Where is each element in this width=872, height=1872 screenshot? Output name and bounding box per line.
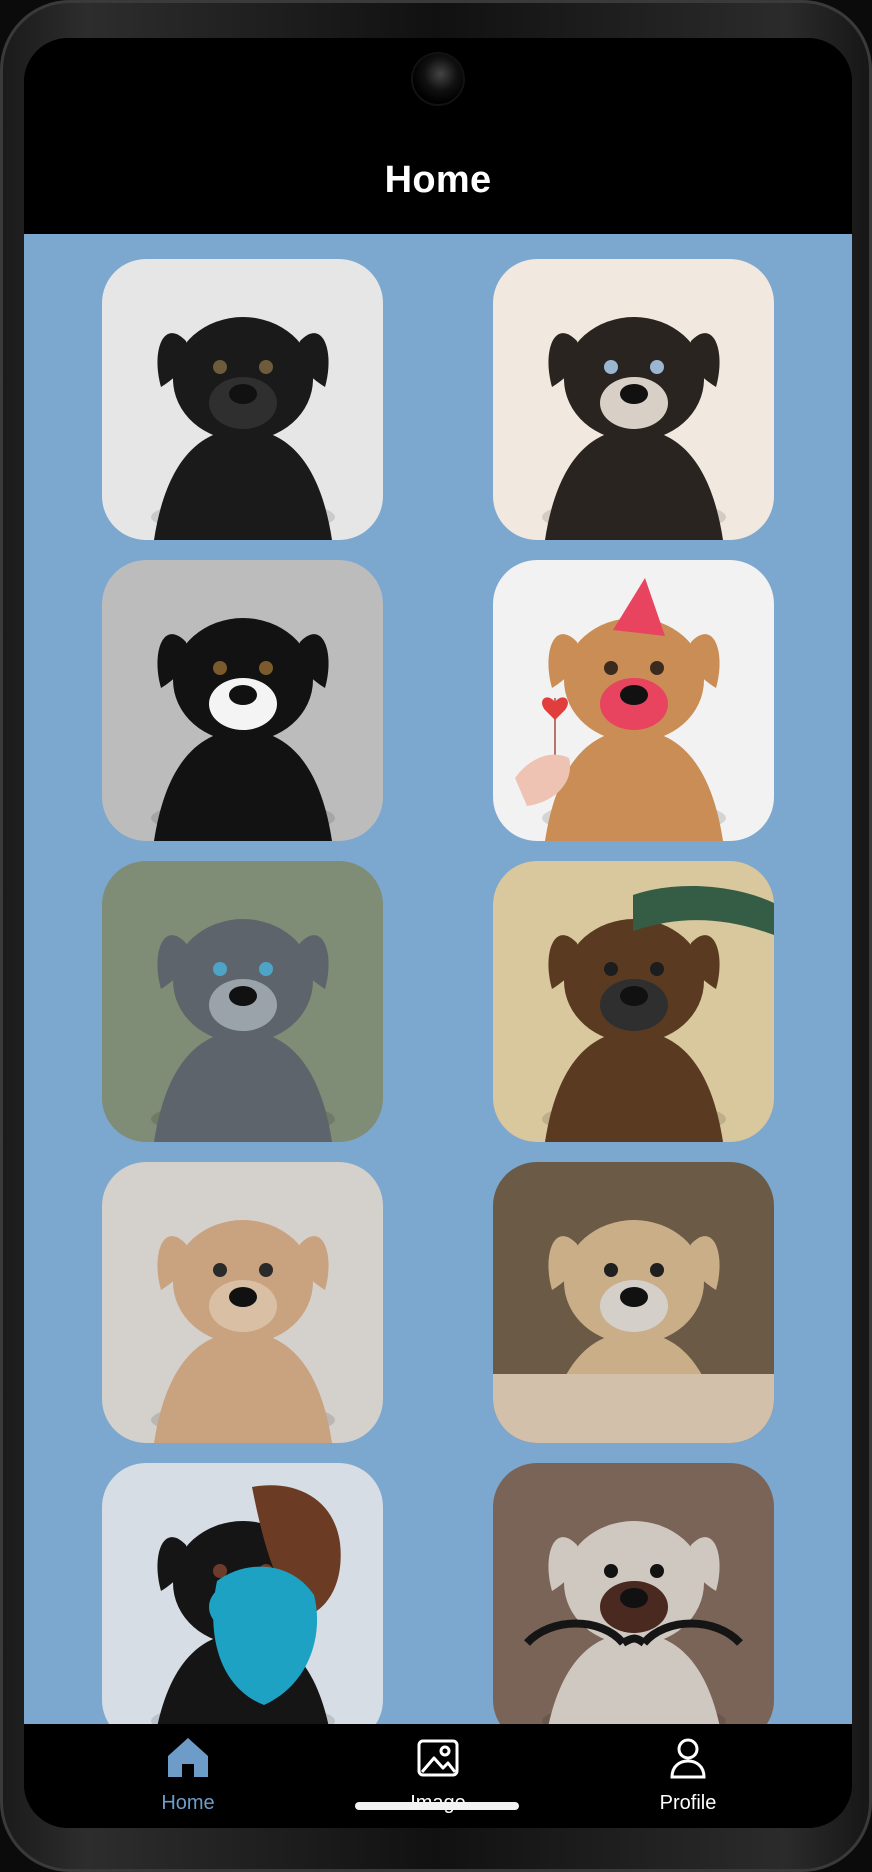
pitbull-card[interactable] xyxy=(102,861,383,1142)
sharpei-card[interactable] xyxy=(493,560,774,841)
collie-card-image xyxy=(102,560,383,841)
nav-profile-label: Profile xyxy=(659,1792,717,1814)
top-app-bar: Home xyxy=(24,38,852,234)
sharpei-card-image xyxy=(493,560,774,841)
bottom-navigation: Home Image Profile xyxy=(24,1724,852,1828)
home-icon xyxy=(168,1738,208,1777)
fawn-pug-card-image xyxy=(493,1162,774,1443)
black-pug-card-image xyxy=(102,259,383,540)
shihtzu-card-image xyxy=(102,1162,383,1443)
glasses-dog-card[interactable] xyxy=(493,1463,774,1724)
collie-card[interactable] xyxy=(102,560,383,841)
nav-home-label: Home xyxy=(161,1792,215,1814)
nav-home[interactable]: Home xyxy=(103,1732,273,1820)
nav-profile[interactable]: Profile xyxy=(603,1732,773,1820)
girl-dog-card-image xyxy=(102,1463,383,1724)
pitbull-card-image xyxy=(102,861,383,1142)
dog-grid xyxy=(102,259,774,1724)
shihtzu-card[interactable] xyxy=(102,1162,383,1443)
home-indicator-bar xyxy=(355,1802,519,1810)
fawn-pug-card[interactable] xyxy=(493,1162,774,1443)
phone-screen: Home Home Image Profile xyxy=(24,38,852,1828)
dog-gallery[interactable] xyxy=(24,234,852,1724)
poodle-card[interactable] xyxy=(493,861,774,1142)
black-pug-card[interactable] xyxy=(102,259,383,540)
husky-card-image xyxy=(493,259,774,540)
poodle-card-image xyxy=(493,861,774,1142)
husky-card[interactable] xyxy=(493,259,774,540)
image-icon xyxy=(417,1739,459,1777)
page-title: Home xyxy=(384,159,492,201)
glasses-dog-card-image xyxy=(493,1463,774,1724)
girl-dog-card[interactable] xyxy=(102,1463,383,1724)
front-camera xyxy=(413,54,463,104)
profile-icon xyxy=(670,1738,706,1779)
